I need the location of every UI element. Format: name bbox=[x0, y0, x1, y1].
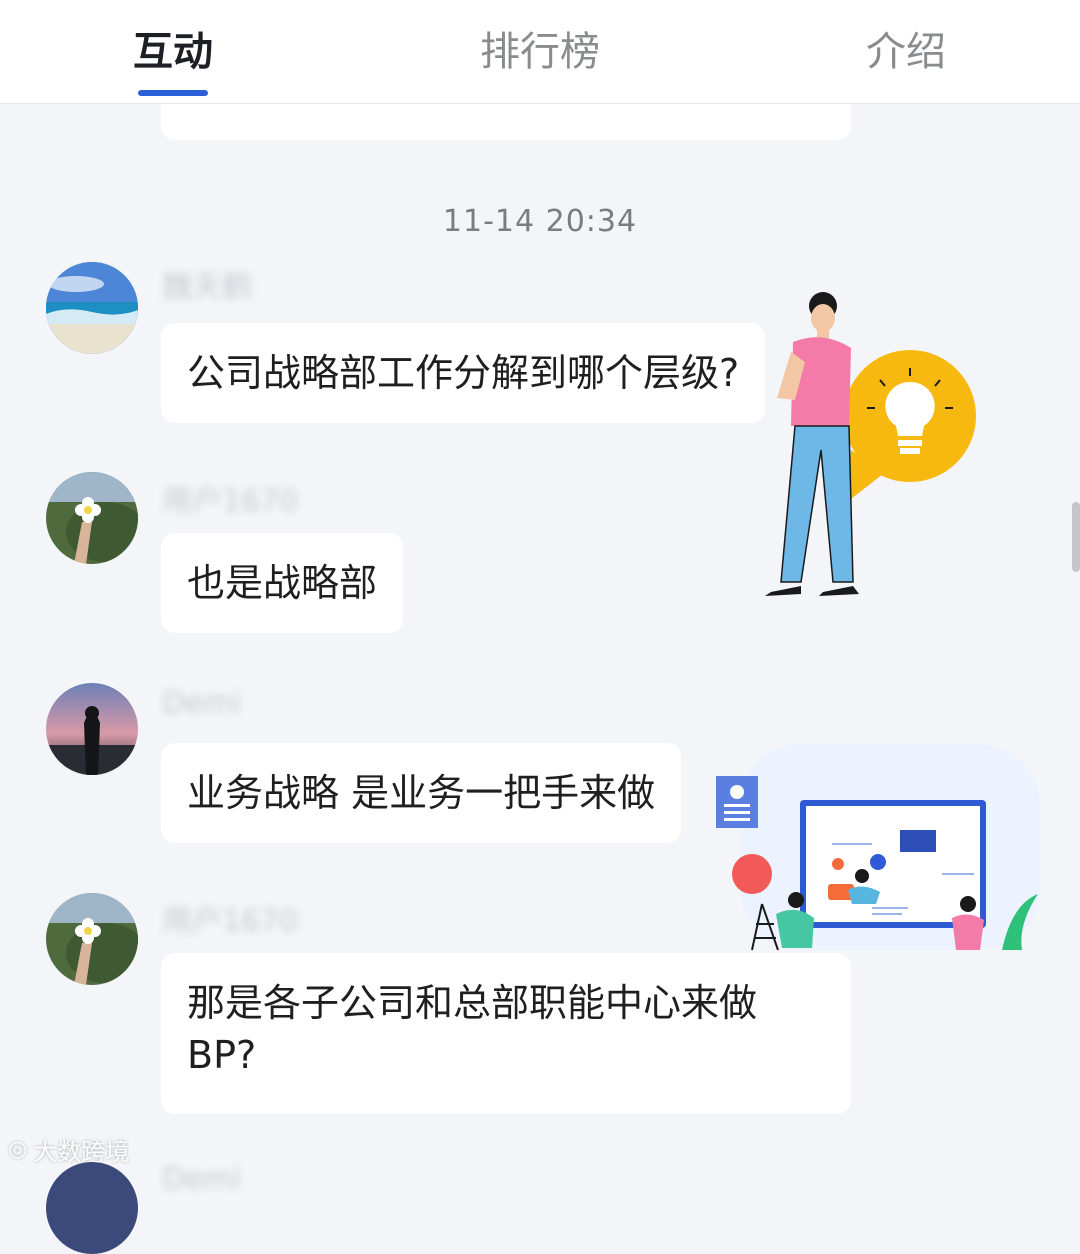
team-board-illustration bbox=[716, 744, 1040, 951]
message-username: 魏天鹤 bbox=[162, 270, 252, 305]
message-username: 用户1670 bbox=[162, 484, 299, 519]
message-bubble[interactable]: 也是战略部 bbox=[161, 533, 404, 633]
flower-avatar[interactable] bbox=[46, 893, 138, 985]
chat-list[interactable]: 11-14 20:34 魏天鹤 公司战略部工作分解到哪个层级? 用户1670 也… bbox=[0, 84, 1080, 1254]
silhouette-avatar[interactable] bbox=[46, 683, 138, 775]
tab-interaction[interactable]: 互动 bbox=[118, 24, 228, 80]
watermark: ◎ 大数跨境 bbox=[8, 1131, 129, 1167]
message-text: 也是战略部 bbox=[187, 561, 378, 605]
watermark-text: 大数跨境 bbox=[33, 1137, 130, 1166]
message-username: 用户1670 bbox=[162, 904, 299, 939]
scrollbar[interactable] bbox=[1072, 502, 1080, 572]
message-username: Demi bbox=[162, 686, 242, 721]
tab-bar: 互动 排行榜 介绍 bbox=[0, 0, 1080, 104]
ocean-avatar[interactable] bbox=[46, 262, 138, 354]
silhouette-avatar[interactable] bbox=[46, 1162, 138, 1254]
message-text: 公司战略部工作分解到哪个层级? bbox=[187, 351, 740, 395]
watermark-logo-icon: ◎ bbox=[8, 1136, 28, 1162]
message-bubble[interactable]: 公司战略部工作分解到哪个层级? bbox=[161, 323, 766, 423]
message-bubble[interactable]: 业务战略 是业务一把手来做 bbox=[161, 743, 682, 843]
tab-leaderboard[interactable]: 排行榜 bbox=[470, 24, 610, 80]
message-text: 业务战略 是业务一把手来做 bbox=[187, 771, 656, 815]
tab-introduction[interactable]: 介绍 bbox=[856, 24, 956, 80]
message-text: 那是各子公司和总部职能中心来做BP? bbox=[187, 981, 758, 1077]
flower-avatar[interactable] bbox=[46, 472, 138, 564]
lightbulb-thinking-illustration bbox=[765, 292, 976, 596]
message-bubble[interactable]: 那是各子公司和总部职能中心来做BP? bbox=[161, 953, 851, 1114]
active-tab-indicator bbox=[138, 90, 208, 96]
message-username: Demi bbox=[162, 1162, 242, 1197]
message-timestamp: 11-14 20:34 bbox=[442, 204, 638, 239]
